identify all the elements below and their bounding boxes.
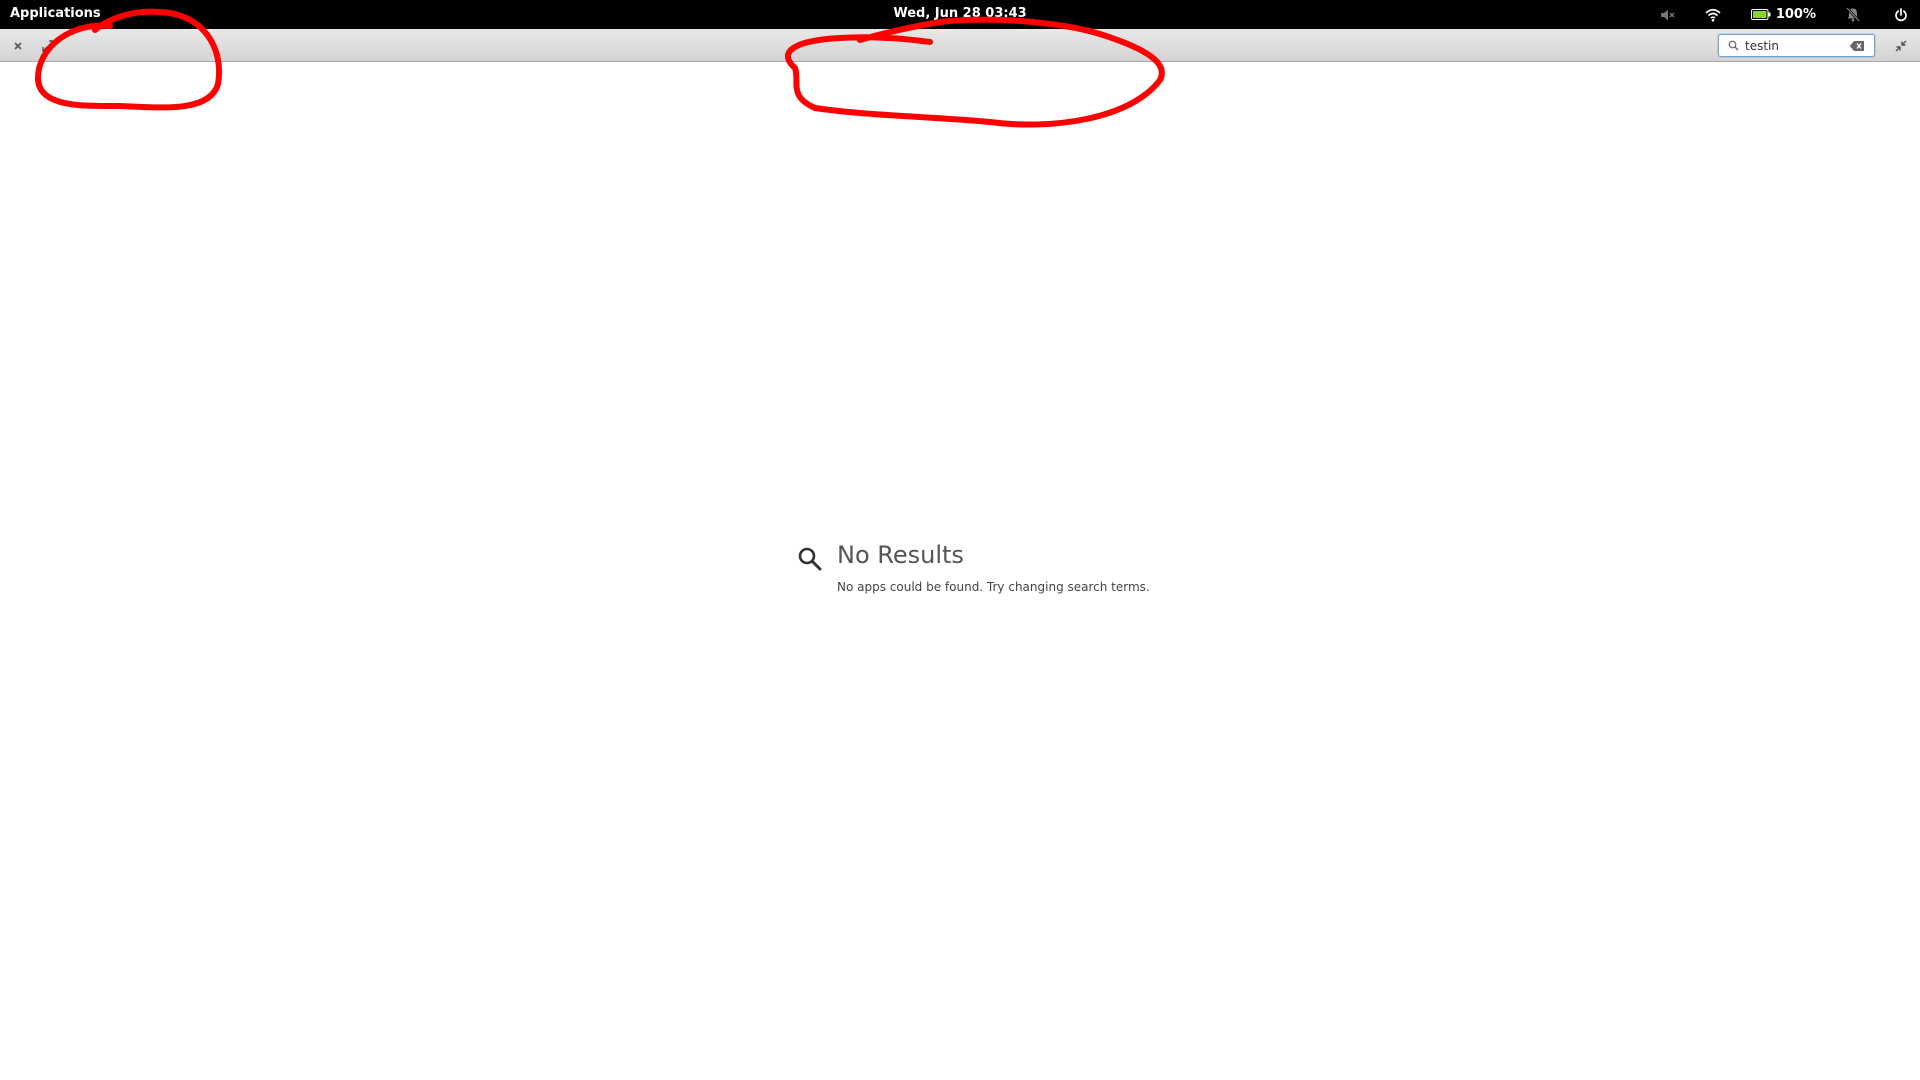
restore-button[interactable] <box>1891 36 1911 56</box>
search-icon <box>798 547 822 571</box>
top-panel: Applications Wed, Jun 28 03:43 100% <box>0 0 1920 29</box>
clock-label[interactable]: Wed, Jun 28 03:43 <box>893 6 1026 21</box>
battery-percent: 100% <box>1775 7 1816 22</box>
maximize-icon <box>42 40 54 52</box>
clock: Wed, Jun 28 03:43 <box>0 6 1920 21</box>
restore-icon <box>1895 40 1907 52</box>
notifications-indicator[interactable] <box>1846 0 1860 29</box>
search-input[interactable] <box>1745 38 1845 53</box>
close-button[interactable] <box>8 36 28 56</box>
clear-search-button[interactable] <box>1849 40 1865 52</box>
search-icon <box>1728 40 1739 51</box>
indicators: 100% <box>1659 0 1920 29</box>
no-results-description: No apps could be found. Try changing sea… <box>837 580 1150 594</box>
sound-indicator[interactable] <box>1659 0 1675 29</box>
notifications-off-icon <box>1846 7 1860 22</box>
annotation-overlay <box>35 8 1165 128</box>
maximize-button[interactable] <box>38 36 58 56</box>
search-box[interactable] <box>1718 34 1875 57</box>
empty-state: No Results No apps could be found. Try c… <box>797 541 1197 601</box>
session-indicator[interactable] <box>1894 0 1908 29</box>
battery-icon <box>1750 9 1771 20</box>
network-indicator[interactable] <box>1705 0 1721 29</box>
no-results-title: No Results <box>837 541 964 569</box>
headerbar <box>0 29 1920 62</box>
close-icon <box>14 42 22 50</box>
volume-muted-icon <box>1660 9 1675 20</box>
power-icon <box>1895 7 1907 21</box>
clear-text-icon <box>1849 40 1864 51</box>
wifi-icon <box>1705 8 1721 22</box>
applications-menu[interactable]: Applications <box>10 6 101 21</box>
power-indicator[interactable]: 100% <box>1750 0 1816 29</box>
